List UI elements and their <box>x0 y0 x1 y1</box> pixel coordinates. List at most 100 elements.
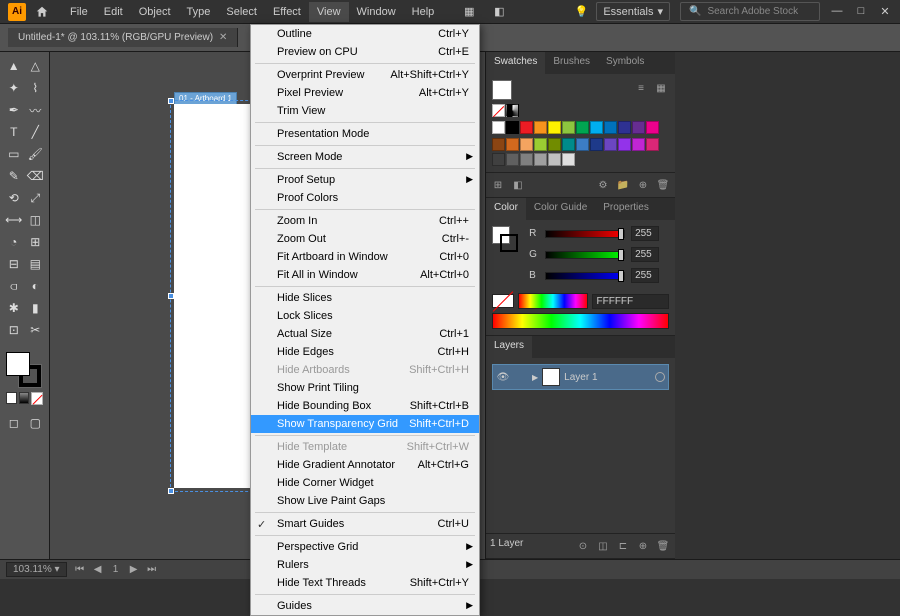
search-stock[interactable]: 🔍 Search Adobe Stock <box>680 2 820 21</box>
drawing-mode-icon[interactable]: ◻ <box>4 413 24 433</box>
view-menu-outline[interactable]: OutlineCtrl+Y <box>251 25 479 43</box>
swatch[interactable] <box>576 138 589 151</box>
new-layer-icon[interactable]: ⊕ <box>635 538 651 554</box>
selection-tool[interactable]: ▲ <box>4 56 24 76</box>
gray-swatch[interactable] <box>506 153 519 166</box>
view-menu-fit-all-in-window[interactable]: Fit All in WindowAlt+Ctrl+0 <box>251 266 479 284</box>
view-menu-show-transparency-grid[interactable]: Show Transparency GridShift+Ctrl+D <box>251 415 479 433</box>
arrange-documents-icon[interactable]: ▦ <box>458 1 480 23</box>
direct-selection-tool[interactable]: △ <box>26 56 46 76</box>
menu-file[interactable]: File <box>62 2 96 22</box>
swatch-reg[interactable] <box>506 104 519 117</box>
fill-stroke-indicator[interactable] <box>6 352 42 388</box>
width-tool[interactable]: ⟷ <box>4 210 24 230</box>
last-artboard-icon[interactable]: ⏭ <box>145 564 159 575</box>
color-mode-icon[interactable] <box>6 392 17 404</box>
panel-fill-stroke[interactable] <box>492 226 518 252</box>
swatch[interactable] <box>604 138 617 151</box>
mesh-tool[interactable]: ⊟ <box>4 254 24 274</box>
menu-help[interactable]: Help <box>404 2 443 22</box>
line-tool[interactable]: ╱ <box>26 122 46 142</box>
swatch[interactable] <box>534 138 547 151</box>
tab-swatches[interactable]: Swatches <box>486 52 545 74</box>
swatch[interactable] <box>590 121 603 134</box>
slice-tool[interactable]: ✂ <box>26 320 46 340</box>
swatch[interactable] <box>506 138 519 151</box>
view-menu-smart-guides[interactable]: ✓Smart GuidesCtrl+U <box>251 515 479 533</box>
tab-color[interactable]: Color <box>486 198 526 220</box>
delete-layer-icon[interactable]: 🗑 <box>655 538 671 554</box>
swatch[interactable] <box>604 121 617 134</box>
swatch-libraries-icon[interactable]: ⊞ <box>490 177 506 193</box>
view-menu-preview-on-cpu[interactable]: Preview on CPUCtrl+E <box>251 43 479 61</box>
perspective-grid-tool[interactable]: ⊞ <box>26 232 46 252</box>
swatch[interactable] <box>562 138 575 151</box>
spectrum[interactable] <box>518 293 588 309</box>
gradient-mode-icon[interactable] <box>19 392 30 404</box>
tab-color-guide[interactable]: Color Guide <box>526 198 595 220</box>
close-button[interactable]: ✕ <box>878 5 892 18</box>
gray-swatch[interactable] <box>562 153 575 166</box>
blend-tool[interactable]: ◐ <box>26 276 46 296</box>
magic-wand-tool[interactable]: ✦ <box>4 78 24 98</box>
view-menu-actual-size[interactable]: Actual SizeCtrl+1 <box>251 325 479 343</box>
view-menu-hide-gradient-annotator[interactable]: Hide Gradient AnnotatorAlt+Ctrl+G <box>251 456 479 474</box>
gray-swatch[interactable] <box>548 153 561 166</box>
type-tool[interactable]: T <box>4 122 24 142</box>
view-menu-presentation-mode[interactable]: Presentation Mode <box>251 125 479 143</box>
view-menu-show-live-paint-gaps[interactable]: Show Live Paint Gaps <box>251 492 479 510</box>
r-slider[interactable] <box>545 230 625 238</box>
view-menu-hide-slices[interactable]: Hide Slices <box>251 289 479 307</box>
swatch[interactable] <box>590 138 603 151</box>
swatch[interactable] <box>576 121 589 134</box>
view-menu-hide-corner-widget[interactable]: Hide Corner Widget <box>251 474 479 492</box>
locate-object-icon[interactable]: ⊙ <box>575 538 591 554</box>
gray-swatch[interactable] <box>534 153 547 166</box>
swatch[interactable] <box>646 138 659 151</box>
spectrum-full[interactable] <box>492 313 669 329</box>
swatch[interactable] <box>506 121 519 134</box>
swatch[interactable] <box>618 138 631 151</box>
tab-close-icon[interactable]: ✕ <box>219 32 227 43</box>
b-value[interactable]: 255 <box>631 268 659 283</box>
screen-mode-icon[interactable]: ▢ <box>26 413 46 433</box>
swatch[interactable] <box>646 121 659 134</box>
layer-row[interactable]: 👁 ▶ Layer 1 <box>492 364 669 390</box>
swatch[interactable] <box>520 138 533 151</box>
swatch-none[interactable] <box>492 104 505 117</box>
layer-name[interactable]: Layer 1 <box>564 372 651 383</box>
view-menu-hide-text-threads[interactable]: Hide Text ThreadsShift+Ctrl+Y <box>251 574 479 592</box>
tab-brushes[interactable]: Brushes <box>545 52 598 74</box>
prev-artboard-icon[interactable]: ◀ <box>91 564 105 575</box>
view-menu-perspective-grid[interactable]: Perspective Grid▶ <box>251 538 479 556</box>
pen-tool[interactable]: ✒ <box>4 100 24 120</box>
swatch[interactable] <box>492 138 505 151</box>
lightbulb-icon[interactable]: 💡 <box>570 1 592 23</box>
lasso-tool[interactable]: ⌇ <box>26 78 46 98</box>
hex-value[interactable]: FFFFFF <box>592 294 670 309</box>
swatch[interactable] <box>548 138 561 151</box>
gradient-tool[interactable]: ▤ <box>26 254 46 274</box>
menu-window[interactable]: Window <box>349 2 404 22</box>
none-mode-icon[interactable] <box>31 392 43 405</box>
shape-builder-tool[interactable]: ◔ <box>4 232 24 252</box>
handle-bottom-left[interactable] <box>168 488 174 494</box>
panel-stroke[interactable] <box>500 234 518 252</box>
layer-thumbnail[interactable] <box>542 368 560 386</box>
target-icon[interactable] <box>655 372 665 382</box>
maximize-button[interactable]: □ <box>854 5 868 18</box>
swatch[interactable] <box>520 121 533 134</box>
view-menu-proof-colors[interactable]: Proof Colors <box>251 189 479 207</box>
view-menu-zoom-in[interactable]: Zoom InCtrl++ <box>251 212 479 230</box>
none-swatch[interactable] <box>492 294 514 308</box>
tab-symbols[interactable]: Symbols <box>598 52 652 74</box>
view-menu-overprint-preview[interactable]: Overprint PreviewAlt+Shift+Ctrl+Y <box>251 66 479 84</box>
document-tab[interactable]: Untitled-1* @ 103.11% (RGB/GPU Preview) … <box>8 28 238 47</box>
view-menu-lock-slices[interactable]: Lock Slices <box>251 307 479 325</box>
current-swatch[interactable] <box>492 80 512 100</box>
rectangle-tool[interactable]: ▭ <box>4 144 24 164</box>
view-menu-hide-bounding-box[interactable]: Hide Bounding BoxShift+Ctrl+B <box>251 397 479 415</box>
curvature-tool[interactable]: 〰 <box>26 100 46 120</box>
swatch-options-icon[interactable]: ⚙ <box>595 177 611 193</box>
swatch[interactable] <box>534 121 547 134</box>
